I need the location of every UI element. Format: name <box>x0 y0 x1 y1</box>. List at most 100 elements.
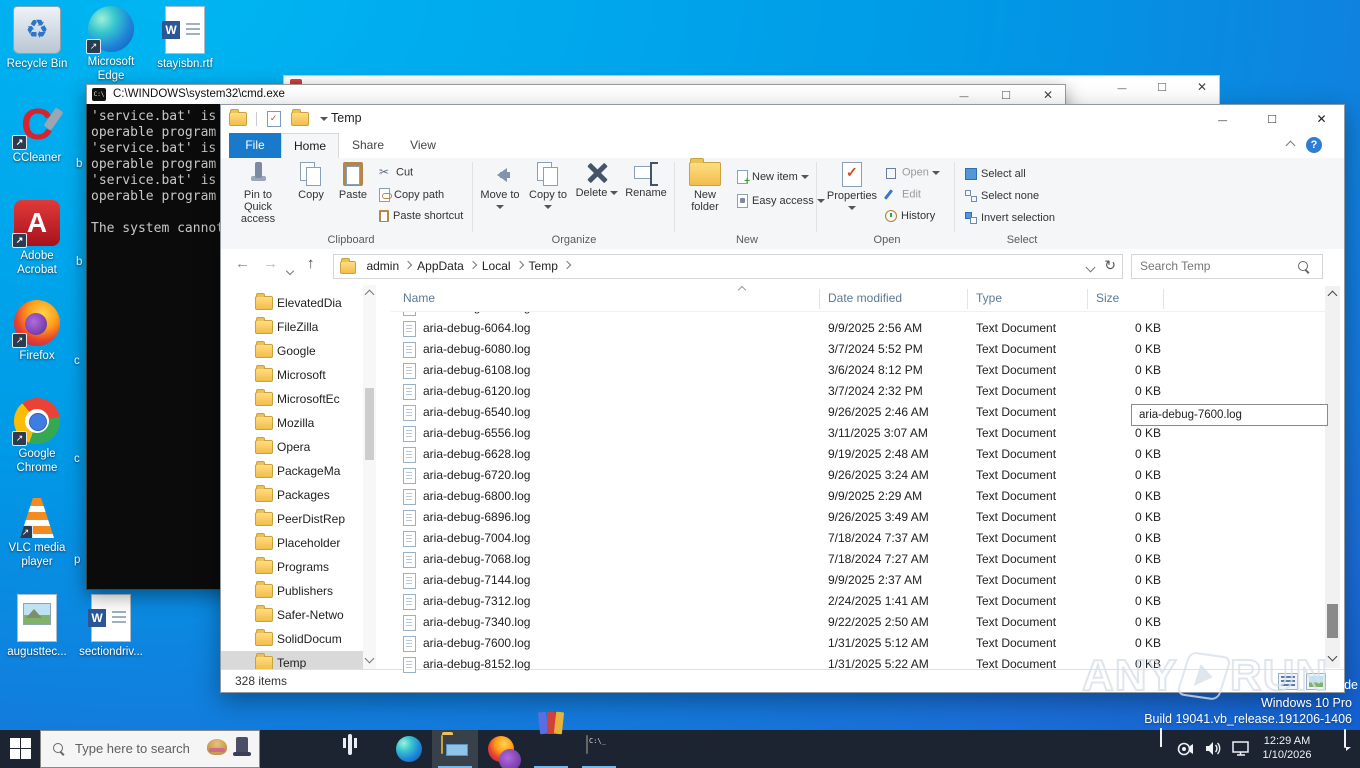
sidebar-item-peerdistrep[interactable]: PeerDistRep <box>221 507 363 531</box>
copy-button[interactable]: Copy <box>291 162 331 201</box>
sidebar-item-placeholder[interactable]: Placeholder <box>221 531 363 555</box>
tab-share[interactable]: Share <box>339 133 397 158</box>
sidebar-item-microsoftec[interactable]: MicrosoftEc <box>221 387 363 411</box>
sidebar-item-google[interactable]: Google <box>221 339 363 363</box>
file-row[interactable]: aria-debug-6556.log 3/11/2025 3:07 AM Text… <box>391 423 1325 444</box>
sidebar-item-soliddocum[interactable]: SolidDocum <box>221 627 363 651</box>
folder-icon[interactable] <box>229 108 247 126</box>
file-row[interactable]: aria-debug-6720.log 9/26/2025 3:24 AM Text… <box>391 465 1325 486</box>
open-button[interactable]: Open <box>885 166 940 179</box>
close-button[interactable] <box>1031 85 1065 105</box>
sidebar-item-packages[interactable]: Packages <box>221 483 363 507</box>
scroll-up-icon[interactable] <box>1327 290 1338 301</box>
sidebar-item-programs[interactable]: Programs <box>221 555 363 579</box>
taskbar-clock[interactable]: 12:29 AM 1/10/2026 <box>1256 734 1318 768</box>
search-box[interactable]: Search Temp <box>1131 254 1323 279</box>
edit-button[interactable]: Edit <box>885 188 921 201</box>
task-view-button[interactable] <box>336 730 382 768</box>
column-header-date[interactable]: Date modified <box>828 291 902 305</box>
tray-expand-button[interactable] <box>1160 728 1162 768</box>
breadcrumb-item[interactable]: Temp <box>529 255 558 278</box>
search-highlight-bonnet-icon[interactable] <box>207 739 227 755</box>
column-header-name[interactable]: Name <box>403 291 435 305</box>
start-button[interactable] <box>10 738 32 760</box>
forward-button[interactable]: → <box>263 255 278 272</box>
desktop-icon-microsoft-edge[interactable]: ↗ Microsoft Edge <box>74 6 148 83</box>
delete-button[interactable]: Delete <box>575 162 619 199</box>
taskbar-firefox-button[interactable] <box>478 730 524 768</box>
recent-locations-caret-icon[interactable] <box>285 261 295 278</box>
tab-view[interactable]: View <box>397 133 449 158</box>
help-icon[interactable] <box>1306 137 1322 153</box>
address-bar[interactable]: admin AppData Local Temp ↻ <box>333 254 1123 279</box>
file-row[interactable]: aria-debug-6080.log 3/7/2024 5:52 PM Text … <box>391 339 1325 360</box>
properties-button[interactable]: Properties <box>825 162 879 214</box>
sidebar-item-mozilla[interactable]: Mozilla <box>221 411 363 435</box>
cmd-titlebar[interactable]: C:\ C:\WINDOWS\system32\cmd.exe <box>86 84 1066 105</box>
sidebar-item-publishers[interactable]: Publishers <box>221 579 363 603</box>
file-row[interactable]: aria-debug-6108.log 3/6/2024 8:12 PM Text … <box>391 360 1325 381</box>
properties-qat-icon[interactable] <box>266 110 281 127</box>
up-button[interactable]: ↑ <box>307 255 315 272</box>
new-folder-qat-icon[interactable] <box>291 108 310 126</box>
minimize-button[interactable] <box>1200 105 1245 133</box>
desktop-icon-adobe-acrobat[interactable]: A ↗ Adobe Acrobat <box>0 200 74 277</box>
file-row[interactable]: aria-debug-7068.log 7/18/2024 7:27 AM Text… <box>391 549 1325 570</box>
back-button[interactable]: ← <box>235 255 250 272</box>
breadcrumb-item[interactable]: admin <box>366 255 399 278</box>
file-list-scrollbar[interactable] <box>1325 286 1340 668</box>
scroll-up-icon[interactable] <box>364 289 375 300</box>
desktop-icon-stayisbn[interactable]: stayisbn.rtf <box>148 6 222 71</box>
file-row[interactable]: aria-debug-7004.log 7/18/2024 7:37 AM Text… <box>391 528 1325 549</box>
desktop-icon-firefox[interactable]: ↗ Firefox <box>0 300 74 363</box>
screen-recorder-indicator[interactable] <box>1176 741 1194 768</box>
taskbar-search-box[interactable]: Type here to search <box>40 730 260 768</box>
history-button[interactable]: History <box>885 210 935 223</box>
taskbar-cmd-button[interactable] <box>576 730 622 768</box>
pin-to-quick-access-button[interactable]: Pin to Quick access <box>229 162 287 225</box>
close-button[interactable] <box>1185 76 1219 98</box>
scrollbar-thumb[interactable] <box>365 388 374 460</box>
rename-button[interactable]: Rename <box>621 162 671 199</box>
paste-shortcut-button[interactable]: Paste shortcut <box>379 210 463 223</box>
file-row[interactable]: aria-debug-6896.log 9/26/2025 3:49 AM Text… <box>391 507 1325 528</box>
move-to-button[interactable]: Move to <box>477 162 523 213</box>
file-row[interactable]: aria-debug-7312.log 2/24/2025 1:41 AM Text… <box>391 591 1325 612</box>
select-none-button[interactable]: Select none <box>965 190 1039 203</box>
ribbon-collapse-icon[interactable] <box>1285 140 1296 151</box>
taskbar-explorer-button[interactable] <box>432 730 478 768</box>
address-dropdown-caret-icon[interactable] <box>1085 262 1096 273</box>
minimize-button[interactable] <box>1105 76 1139 98</box>
column-header-size[interactable]: Size <box>1096 291 1119 305</box>
new-item-button[interactable]: New item <box>737 170 809 187</box>
close-button[interactable] <box>1299 105 1344 133</box>
desktop-icon-recycle-bin[interactable]: ♻ Recycle Bin <box>0 6 74 71</box>
tab-file[interactable]: File <box>229 133 281 158</box>
network-button[interactable] <box>1232 741 1252 768</box>
maximize-button[interactable] <box>1145 76 1179 98</box>
breadcrumb-item[interactable]: Local <box>482 255 511 278</box>
desktop-icon-vlc[interactable]: ↗ VLC media player <box>0 496 74 569</box>
desktop-icon-augusttec[interactable]: augusttec... <box>0 594 74 659</box>
desktop-icon-google-chrome[interactable]: ↗ Google Chrome <box>0 398 74 475</box>
paste-button[interactable]: Paste <box>333 162 373 201</box>
volume-button[interactable] <box>1205 741 1222 768</box>
copy-to-button[interactable]: Copy to <box>525 162 571 213</box>
select-all-button[interactable]: Select all <box>965 168 1026 181</box>
copy-path-button[interactable]: Copy path <box>379 188 444 202</box>
cut-button[interactable]: Cut <box>379 165 413 179</box>
column-header-type[interactable]: Type <box>976 291 1002 305</box>
desktop-icon-sectiondriv[interactable]: sectiondriv... <box>74 594 148 659</box>
sidebar-scrollbar[interactable] <box>363 285 376 670</box>
file-row[interactable]: aria-debug-6064.log 9/9/2025 2:56 AM Text … <box>391 318 1325 339</box>
maximize-button[interactable] <box>1250 105 1295 133</box>
search-highlight-tophat-icon[interactable] <box>233 737 251 757</box>
minimize-button[interactable] <box>947 85 981 105</box>
file-row[interactable]: aria-debug-7340.log 9/22/2025 2:50 AM Text… <box>391 612 1325 633</box>
desktop-icon-ccleaner[interactable]: C ↗ CCleaner <box>0 102 74 165</box>
tab-home[interactable]: Home <box>281 133 339 158</box>
scrollbar-thumb[interactable] <box>1327 604 1338 638</box>
taskbar-winrar-button[interactable] <box>528 711 574 768</box>
file-row[interactable]: aria-debug-7144.log 9/9/2025 2:37 AM Text … <box>391 570 1325 591</box>
sidebar-item-filezilla[interactable]: FileZilla <box>221 315 363 339</box>
